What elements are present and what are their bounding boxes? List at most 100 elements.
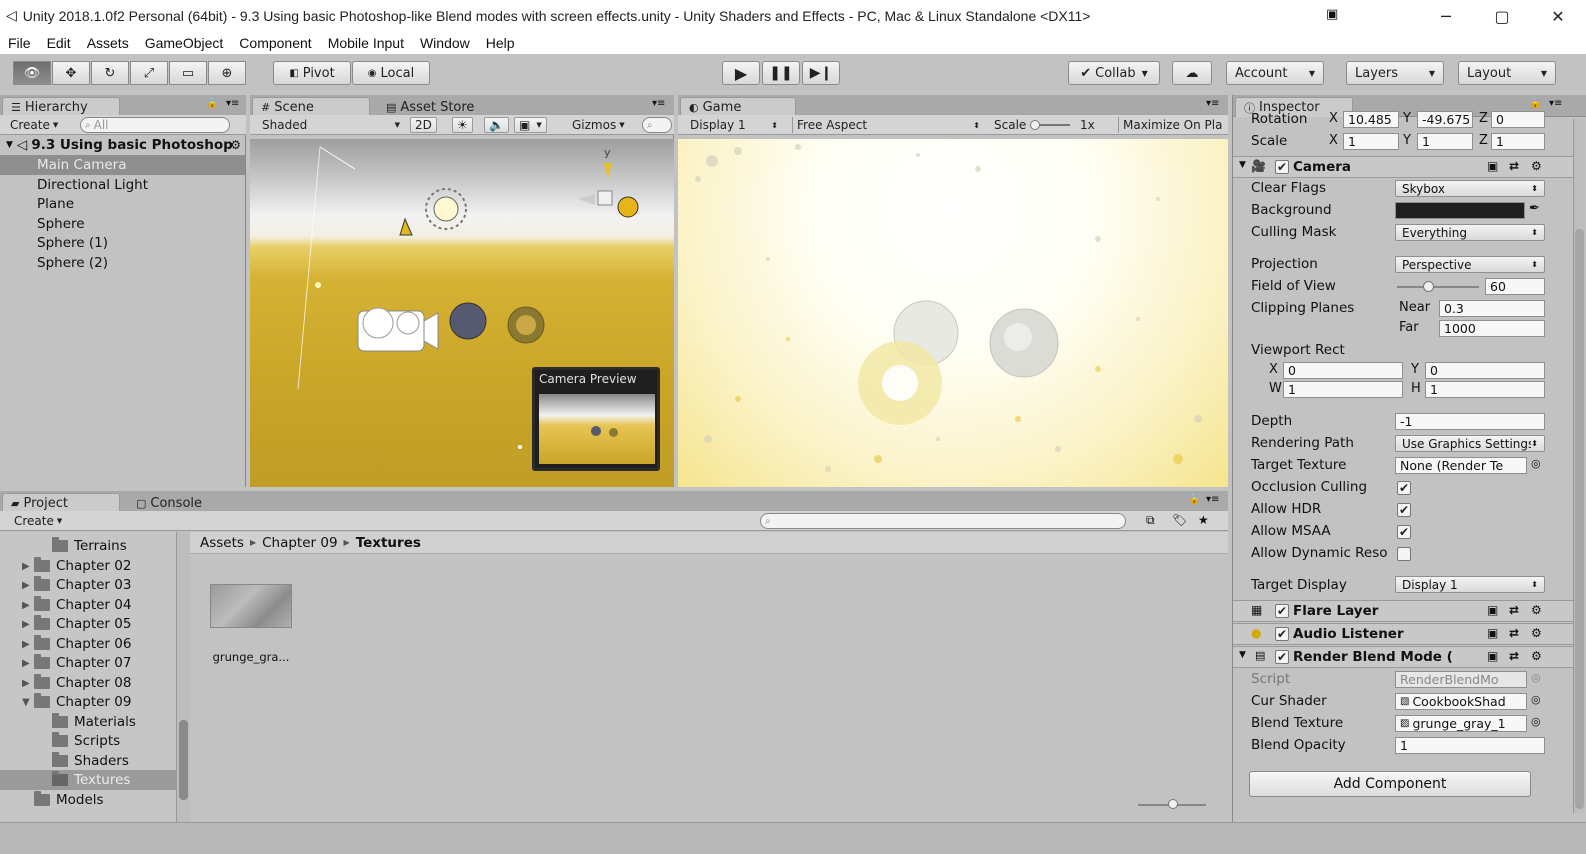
blend-mode-enabled-checkbox[interactable]: ✔ bbox=[1275, 650, 1289, 664]
projection-dropdown[interactable]: Perspective ⬍ bbox=[1395, 256, 1545, 273]
project-create-dropdown[interactable]: Create ▼ bbox=[10, 513, 66, 529]
culling-mask-dropdown[interactable]: Everything ⬍ bbox=[1395, 224, 1545, 241]
flare-layer-enabled-checkbox[interactable]: ✔ bbox=[1275, 604, 1289, 618]
cloud-button[interactable]: ☁ bbox=[1172, 61, 1212, 85]
background-color-field[interactable] bbox=[1395, 202, 1525, 219]
viewport-y-field[interactable]: 0 bbox=[1425, 362, 1545, 379]
object-picker-icon[interactable]: ◎ bbox=[1531, 715, 1541, 728]
scale-y-field[interactable]: 1 bbox=[1417, 133, 1473, 150]
collab-status-icon[interactable]: ▣ bbox=[1326, 7, 1338, 22]
settings-icon[interactable]: ⚙ bbox=[230, 138, 241, 152]
scene-viewport[interactable]: y Camera Preview bbox=[250, 139, 674, 487]
rotation-x-field[interactable]: 10.485 bbox=[1343, 111, 1399, 128]
folder-tree-scrollbar[interactable] bbox=[176, 532, 190, 822]
allow-hdr-checkbox[interactable]: ✔ bbox=[1397, 503, 1411, 517]
tab-asset-store[interactable]: ▤ Asset Store bbox=[378, 97, 482, 117]
tab-project[interactable]: ▰ Project bbox=[2, 493, 120, 513]
maximize-on-play-toggle[interactable]: Maximize On Pla bbox=[1118, 117, 1228, 133]
project-search-input[interactable]: ⌕ bbox=[760, 513, 1126, 529]
gear-icon[interactable]: ⚙ bbox=[1531, 626, 1542, 640]
asset-thumbnail[interactable] bbox=[210, 584, 292, 628]
object-picker-icon[interactable]: ◎ bbox=[1531, 693, 1541, 706]
scene-orientation-gizmo[interactable] bbox=[578, 163, 639, 218]
cur-shader-field[interactable]: ▧ CookbookShad bbox=[1395, 693, 1527, 710]
menu-mobile-input[interactable]: Mobile Input bbox=[320, 35, 412, 51]
tab-console[interactable]: ▢ Console bbox=[128, 493, 210, 513]
hierarchy-item-sphere[interactable]: Sphere bbox=[0, 214, 245, 234]
tree-item-chapter-07[interactable]: ▶ Chapter 07 bbox=[22, 653, 131, 673]
menu-edit[interactable]: Edit bbox=[39, 35, 79, 51]
allow-dynamic-res-checkbox[interactable] bbox=[1397, 547, 1411, 561]
panel-menu-icon[interactable]: ▾≡ bbox=[226, 98, 239, 109]
blend-opacity-field[interactable]: 1 bbox=[1395, 737, 1545, 754]
target-texture-field[interactable]: None (Render Te bbox=[1395, 457, 1527, 474]
lighting-toggle[interactable]: ☀ bbox=[452, 117, 473, 133]
help-icon[interactable]: ▣ bbox=[1487, 603, 1498, 617]
tree-item-chapter-03[interactable]: ▶ Chapter 03 bbox=[22, 575, 131, 595]
depth-field[interactable]: -1 bbox=[1395, 413, 1545, 430]
local-toggle[interactable]: ◉ Local bbox=[352, 61, 430, 85]
step-button[interactable]: ▶❙ bbox=[802, 61, 840, 85]
tree-item-models[interactable]: Models bbox=[22, 790, 104, 810]
rotation-y-field[interactable]: -49.675 bbox=[1417, 111, 1473, 128]
preset-icon[interactable]: ⇄ bbox=[1509, 159, 1519, 173]
display-dropdown[interactable]: Display 1 ⬍ bbox=[686, 117, 782, 133]
tree-item-textures[interactable]: Textures bbox=[0, 770, 176, 790]
lock-icon[interactable]: 🔒 bbox=[206, 98, 218, 109]
tree-item-chapter-09[interactable]: ▼ Chapter 09 bbox=[22, 692, 131, 712]
pivot-toggle[interactable]: ◧ Pivot bbox=[273, 61, 351, 85]
tree-item-shaders[interactable]: Shaders bbox=[52, 751, 129, 771]
shading-mode-dropdown[interactable]: Shaded ▼ bbox=[258, 117, 404, 133]
thumbnail-size-slider-thumb[interactable] bbox=[1168, 799, 1178, 809]
rect-tool-button[interactable]: ▭ bbox=[169, 61, 207, 85]
allow-msaa-checkbox[interactable]: ✔ bbox=[1397, 525, 1411, 539]
hierarchy-item-main-camera[interactable]: Main Camera bbox=[0, 155, 245, 175]
audio-listener-enabled-checkbox[interactable]: ✔ bbox=[1275, 627, 1289, 641]
preset-icon[interactable]: ⇄ bbox=[1509, 603, 1519, 617]
viewport-w-field[interactable]: 1 bbox=[1283, 381, 1403, 398]
breadcrumb-assets[interactable]: Assets bbox=[200, 535, 244, 551]
rendering-path-dropdown[interactable]: Use Graphics Settings ⬍ bbox=[1395, 435, 1545, 452]
scale-slider[interactable] bbox=[1030, 120, 1070, 130]
tree-item-chapter-02[interactable]: ▶ Chapter 02 bbox=[22, 556, 131, 576]
fov-slider[interactable] bbox=[1397, 281, 1479, 292]
maximize-button[interactable]: ▢ bbox=[1474, 0, 1530, 32]
hierarchy-item-directional-light[interactable]: Directional Light bbox=[0, 175, 245, 195]
fov-field[interactable]: 60 bbox=[1485, 278, 1545, 295]
rotation-z-field[interactable]: 0 bbox=[1491, 111, 1545, 128]
effects-toggle[interactable]: ▣ ▼ bbox=[514, 117, 547, 133]
occlusion-culling-checkbox[interactable]: ✔ bbox=[1397, 481, 1411, 495]
scene-root-row[interactable]: ▼ ◁ 9.3 Using basic Photoshop ⚙ bbox=[0, 135, 245, 155]
help-icon[interactable]: ▣ bbox=[1487, 626, 1498, 640]
breadcrumb-chapter-09[interactable]: Chapter 09 bbox=[262, 535, 337, 551]
tab-scene[interactable]: # Scene bbox=[252, 97, 370, 117]
eyedropper-icon[interactable]: ✒ bbox=[1529, 201, 1540, 216]
inspector-scrollbar-thumb[interactable] bbox=[1575, 229, 1584, 809]
panel-menu-icon[interactable]: ▾≡ bbox=[1206, 494, 1219, 505]
camera-component-header[interactable]: ▼ 🎥 ✔ Camera ▣ ⇄ ⚙ bbox=[1233, 156, 1573, 178]
tree-item-scripts[interactable]: Scripts bbox=[52, 731, 120, 751]
minimize-button[interactable]: ─ bbox=[1418, 0, 1474, 32]
lock-icon[interactable]: 🔒 bbox=[1188, 494, 1200, 505]
hierarchy-item-sphere-1[interactable]: Sphere (1) bbox=[0, 233, 245, 253]
panel-menu-icon[interactable]: ▾≡ bbox=[1549, 98, 1562, 109]
help-icon[interactable]: ▣ bbox=[1487, 649, 1498, 663]
create-dropdown[interactable]: Create ▼ bbox=[6, 117, 62, 133]
menu-window[interactable]: Window bbox=[412, 35, 478, 51]
inspector-scrollbar[interactable] bbox=[1573, 119, 1585, 813]
target-display-dropdown[interactable]: Display 1 ⬍ bbox=[1395, 576, 1545, 593]
view-tool-button[interactable]: 👁 bbox=[13, 61, 51, 85]
move-tool-button[interactable]: ✥ bbox=[52, 61, 90, 85]
aspect-dropdown[interactable]: Free Aspect ⬍ bbox=[792, 117, 984, 133]
tree-item-terrains[interactable]: Terrains bbox=[52, 536, 127, 556]
pause-button[interactable]: ❚❚ bbox=[762, 61, 800, 85]
layout-dropdown[interactable]: Layout ▼ bbox=[1458, 61, 1556, 85]
panel-menu-icon[interactable]: ▾≡ bbox=[1206, 98, 1219, 109]
menu-file[interactable]: File bbox=[0, 35, 39, 51]
tab-hierarchy[interactable]: ☰ Hierarchy bbox=[2, 97, 120, 117]
2d-toggle[interactable]: 2D bbox=[410, 117, 437, 133]
layers-dropdown[interactable]: Layers ▼ bbox=[1346, 61, 1444, 85]
lock-icon[interactable]: 🔒 bbox=[1529, 98, 1541, 109]
asset-name[interactable]: grunge_gra... bbox=[202, 650, 300, 664]
directional-light-gizmo[interactable] bbox=[425, 188, 467, 230]
